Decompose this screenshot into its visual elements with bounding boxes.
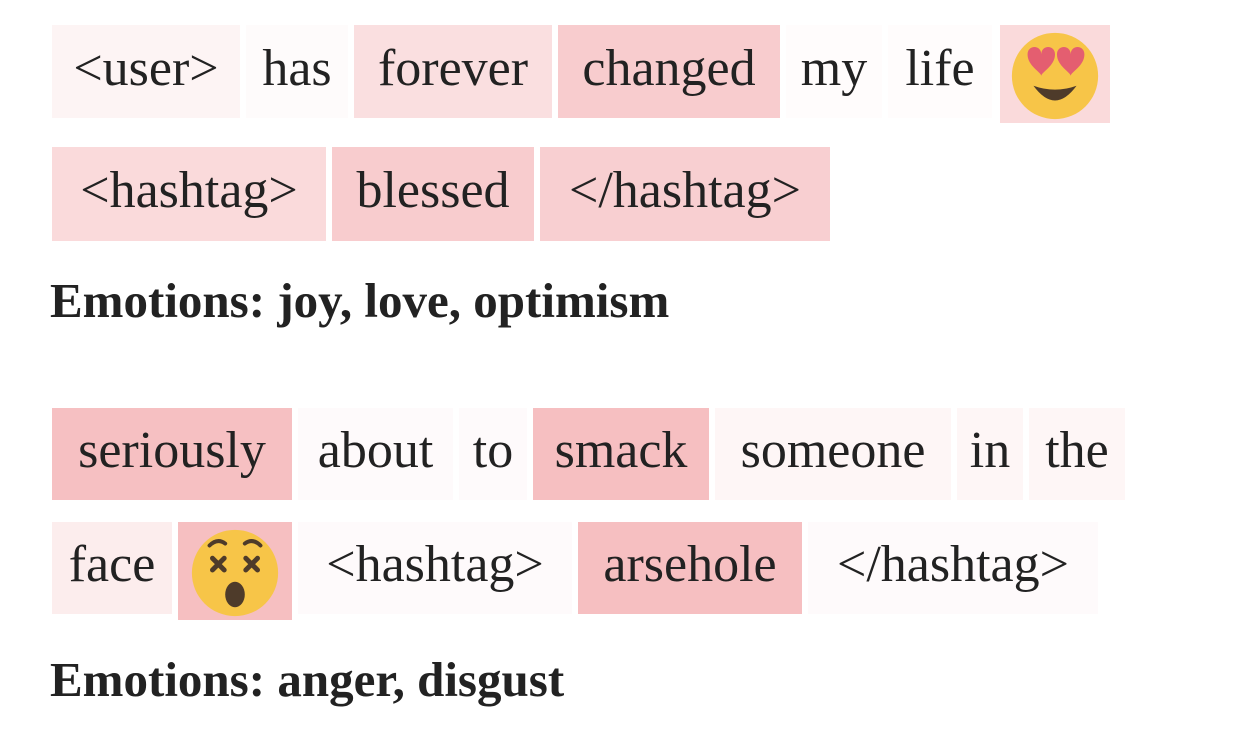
token: someone [715,408,951,500]
token [1000,25,1110,123]
emotions-label: Emotions: anger, disgust [50,652,565,707]
token: the [1029,408,1125,500]
token: smack [533,408,709,500]
token: changed [558,25,780,118]
token: life [888,25,992,118]
token [178,522,292,620]
token: <hashtag> [298,522,572,614]
token: </hashtag> [808,522,1098,614]
token: arsehole [578,522,802,614]
token: blessed [332,147,534,241]
token: forever [354,25,552,118]
token: to [459,408,527,500]
token: seriously [52,408,292,500]
token: </hashtag> [540,147,830,241]
token: about [298,408,453,500]
token: in [957,408,1023,500]
token: has [246,25,348,118]
token: face [52,522,172,614]
dizzy-face-emoji-icon [191,529,279,617]
emotions-label: Emotions: joy, love, optimism [50,273,670,328]
token: <hashtag> [52,147,326,241]
heart-eyes-emoji-icon [1011,32,1099,120]
token: <user> [52,25,240,118]
token: my [786,25,882,118]
